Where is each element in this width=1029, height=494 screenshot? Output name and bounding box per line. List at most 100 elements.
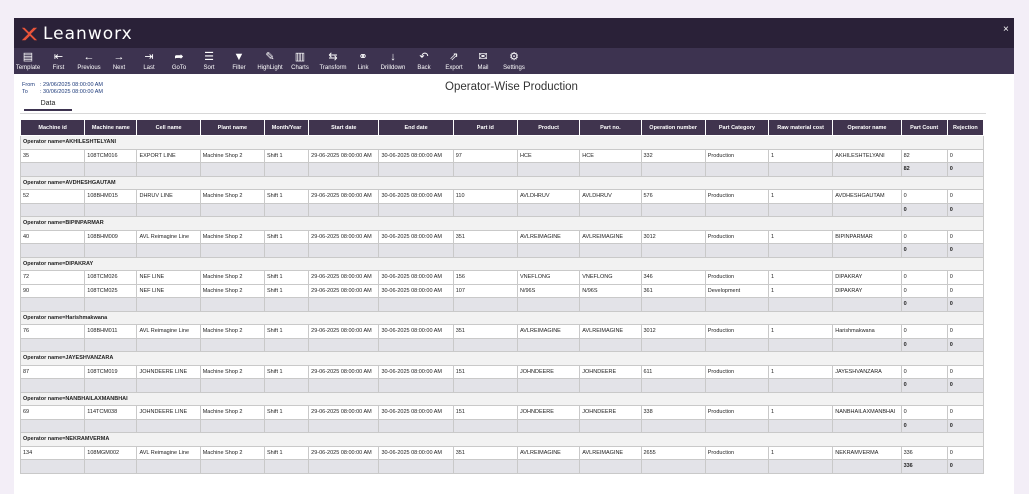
group-header-row[interactable]: Operator name=BIPINPARMAR xyxy=(20,216,984,231)
toolbar-button-highlight[interactable]: ✎ HighLight xyxy=(255,48,285,74)
empty-cell xyxy=(704,162,770,177)
toolbar-button-charts[interactable]: ▥ Charts xyxy=(285,48,315,74)
group-header-row[interactable]: Operator name=NANBHAILAXMANBHAI xyxy=(20,391,984,406)
tab-data[interactable]: Data xyxy=(24,100,72,111)
group-header-row[interactable]: Operator name=JAYESHVANZARA xyxy=(20,351,984,366)
group-total-row: 00 xyxy=(19,378,985,393)
empty-cell xyxy=(516,297,581,312)
toolbar-button-back[interactable]: ↶ Back xyxy=(411,48,437,74)
toolbar-button-settings[interactable]: ⚙ Settings xyxy=(495,48,533,74)
toolbar-button-transform[interactable]: ⇆ Transform xyxy=(315,48,351,74)
empty-cell xyxy=(640,297,706,312)
previous-icon: ← xyxy=(83,51,95,63)
empty-cell xyxy=(452,243,519,258)
table-row[interactable]: 134 108MGM002 AVL Reimagine Line Machine Sh… xyxy=(19,445,985,460)
toolbar-button-previous[interactable]: ← Previous xyxy=(75,48,103,74)
column-header[interactable]: Machine name xyxy=(84,119,138,136)
group-total-cell: 0 xyxy=(946,459,985,474)
table-cell: 3012 xyxy=(640,229,706,244)
column-header[interactable]: Part id xyxy=(452,119,519,136)
toolbar-button-drilldown[interactable]: ↓ Drilldown xyxy=(375,48,411,74)
toolbar-button-sort[interactable]: ☰ Sort xyxy=(195,48,223,74)
empty-cell xyxy=(640,459,706,474)
group-header-row[interactable]: Operator name=NEKRAMVERMA xyxy=(20,432,984,447)
table-cell: DIPAKRAY xyxy=(832,283,902,298)
column-header[interactable]: Start date xyxy=(308,119,380,136)
empty-cell xyxy=(768,162,834,177)
table-cell: JOHNDEERE xyxy=(579,405,642,420)
table-cell: 151 xyxy=(452,364,519,379)
empty-cell xyxy=(704,459,770,474)
table-cell: Shift 1 xyxy=(263,270,310,285)
group-header-row[interactable]: Operator name=DIPAKRAY xyxy=(20,256,984,271)
empty-cell xyxy=(516,243,581,258)
toolbar-button-mail[interactable]: ✉ Mail xyxy=(471,48,495,74)
table-cell: 108TCM019 xyxy=(84,364,138,379)
column-header[interactable]: Part no. xyxy=(579,119,642,136)
empty-cell xyxy=(640,162,706,177)
empty-cell xyxy=(136,243,201,258)
column-header[interactable]: Plant name xyxy=(199,119,265,136)
table-row[interactable]: 40 108BHM009 AVL Reimagine Line Machine Sho… xyxy=(19,229,985,244)
report-title: Operator-Wise Production xyxy=(445,81,578,93)
table-row[interactable]: 35 108TCM016 EXPORT LINE Machine Shop 2 Shif… xyxy=(19,148,985,163)
table-row[interactable]: 87 108TCM019 JOHNDEERE LINE Machine Shop 2S… xyxy=(19,364,985,379)
empty-cell xyxy=(704,297,770,312)
column-header[interactable]: Rejection xyxy=(946,119,985,136)
table-row[interactable]: 69 114TCM038 JOHNDEERE LINE Machine Shop 2S… xyxy=(19,405,985,420)
column-header[interactable]: Machine id xyxy=(19,119,86,136)
table-cell: Machine Shop 2 xyxy=(199,405,265,420)
group-header-row[interactable]: Operator name=Harishmakwana xyxy=(20,310,984,325)
empty-cell xyxy=(84,337,138,352)
empty-cell xyxy=(263,243,310,258)
column-header[interactable]: Operation number xyxy=(640,119,706,136)
empty-cell xyxy=(579,297,642,312)
column-header[interactable]: Cell name xyxy=(136,119,201,136)
column-header[interactable]: Part Category xyxy=(704,119,770,136)
toolbar-button-goto[interactable]: ➦ GoTo xyxy=(163,48,195,74)
toolbar-button-export[interactable]: ⇗ Export xyxy=(437,48,471,74)
toolbar-button-next[interactable]: → Next xyxy=(103,48,135,74)
column-header[interactable]: Month/Year xyxy=(263,119,310,136)
column-header[interactable]: Operator name xyxy=(832,119,902,136)
table-cell: 0 xyxy=(946,189,985,204)
table-row[interactable]: 72 108TCM026 NEF LINE Machine Shop 2 Shift 1… xyxy=(19,270,985,285)
column-header[interactable]: Product xyxy=(516,119,581,136)
template-icon: ▤ xyxy=(22,51,34,63)
link-icon: ⚭ xyxy=(358,51,368,63)
table-cell: 108MGM002 xyxy=(84,445,138,460)
table-cell: 0 xyxy=(946,148,985,163)
close-icon[interactable]: × xyxy=(1003,24,1009,35)
table-cell: 29-06-2025 08:00:00 AM xyxy=(308,445,380,460)
table-header-row: Machine id Machine name Cell name Plant nam… xyxy=(19,119,985,136)
group-header-row[interactable]: Operator name=AVDHESHGAUTAM xyxy=(20,175,984,190)
toolbar-button-first[interactable]: ⇤ First xyxy=(42,48,75,74)
table-cell: 76 xyxy=(19,324,86,339)
table-cell: 52 xyxy=(19,189,86,204)
table-row[interactable]: 76 108BHM011 AVL Reimagine Line Machine Sho… xyxy=(19,324,985,339)
empty-cell xyxy=(19,337,86,352)
table-cell: Harishmakwana xyxy=(832,324,902,339)
column-header[interactable]: Raw material cost xyxy=(768,119,834,136)
table-cell: 0 xyxy=(900,364,948,379)
group-header-label: Operator name=AVDHESHGAUTAM xyxy=(20,175,984,190)
toolbar-button-filter[interactable]: ▼ Filter xyxy=(223,48,255,74)
empty-cell xyxy=(768,202,834,217)
table-cell: N/96S xyxy=(579,283,642,298)
table-row[interactable]: 90 108TCM025 NEF LINE Machine Shop 2 Shift 1… xyxy=(19,283,985,298)
group-header-row[interactable]: Operator name=AKHILESHTELYANI xyxy=(20,135,984,150)
table-row[interactable]: 52 108BHM015 DHRUV LINE Machine Shop 2 Shift… xyxy=(19,189,985,204)
brand-logo: Leanworx xyxy=(20,24,133,44)
column-header[interactable]: End date xyxy=(378,119,454,136)
empty-cell xyxy=(199,378,265,393)
toolbar-button-last[interactable]: ⇥ Last xyxy=(135,48,163,74)
empty-cell xyxy=(263,337,310,352)
column-header[interactable]: Part Count xyxy=(900,119,948,136)
empty-cell xyxy=(832,297,902,312)
toolbar-button-template[interactable]: ▤ Template xyxy=(14,48,42,74)
empty-cell xyxy=(378,243,454,258)
toolbar-button-link[interactable]: ⚭ Link xyxy=(351,48,375,74)
table-cell: 336 xyxy=(900,445,948,460)
empty-cell xyxy=(19,243,86,258)
table-cell: 90 xyxy=(19,283,86,298)
